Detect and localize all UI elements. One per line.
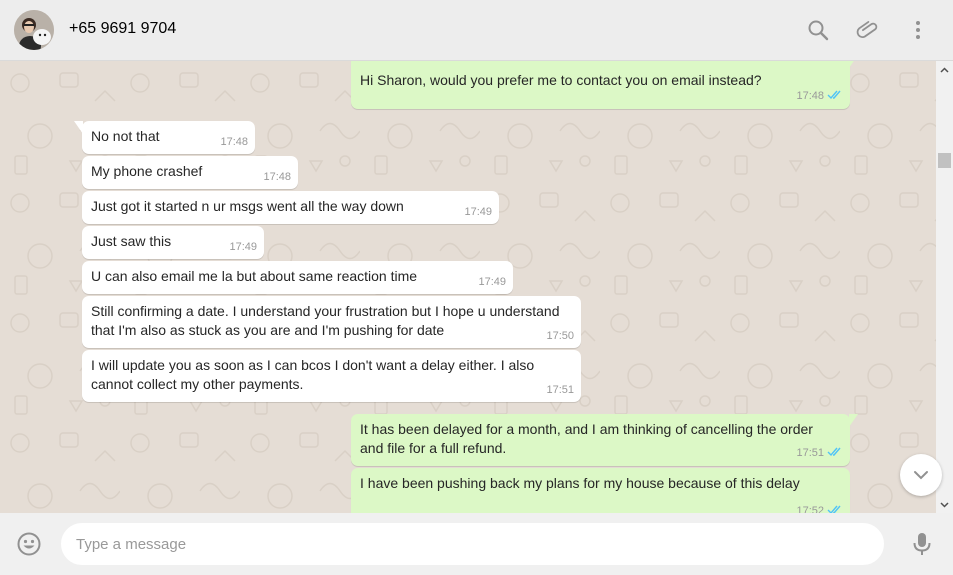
message-outgoing[interactable]: It has been delayed for a month, and I a… [351, 414, 858, 466]
whatsapp-web-chat: +65 9691 9704 Hi Sharon, would you prefe… [0, 0, 953, 575]
message-time: 17:50 [546, 330, 574, 342]
bubble-tail [849, 414, 858, 427]
scrollbar-thumb[interactable] [938, 153, 951, 168]
menu-icon[interactable] [906, 18, 930, 42]
chevron-down-icon [914, 471, 928, 480]
message-time: 17:48 [796, 90, 824, 102]
message-incoming[interactable]: I will update you as soon as I can bcos … [82, 350, 581, 402]
attach-icon[interactable] [856, 18, 880, 42]
message-incoming[interactable]: Still confirming a date. I understand yo… [82, 296, 581, 348]
message-time: 17:49 [229, 241, 257, 253]
message-text: I have been pushing back my plans for my… [360, 475, 800, 491]
message-incoming[interactable]: My phone crashef 17:48 [82, 156, 298, 189]
scroll-up-arrow-icon[interactable] [936, 61, 953, 78]
composer-bar [0, 513, 953, 575]
message-meta: 17:48 [796, 87, 843, 107]
search-icon[interactable] [806, 18, 830, 42]
message-text: I will update you as soon as I can bcos … [91, 357, 535, 392]
message-time: 17:51 [796, 447, 824, 459]
message-input[interactable] [61, 523, 884, 565]
read-ticks-icon [827, 88, 843, 107]
message-incoming[interactable]: Just saw this 17:49 [82, 226, 264, 259]
chat-scrollbar[interactable] [936, 61, 953, 513]
message-time: 17:51 [546, 384, 574, 396]
message-text: Still confirming a date. I understand yo… [91, 303, 560, 338]
emoji-icon[interactable] [16, 531, 42, 557]
message-meta: 17:52 [796, 502, 843, 513]
message-text: Hi Sharon, would you prefer me to contac… [360, 72, 762, 88]
scroll-to-bottom-button[interactable] [900, 454, 942, 496]
message-text: My phone crashef [91, 163, 203, 179]
message-time: 17:48 [263, 171, 291, 183]
message-outgoing[interactable]: Hi Sharon, would you prefer me to contac… [351, 61, 854, 109]
contact-name[interactable]: +65 9691 9704 [69, 20, 176, 38]
message-incoming[interactable]: U can also email me la but about same re… [82, 261, 513, 294]
bubble-tail [849, 61, 854, 68]
message-time: 17:49 [464, 206, 492, 218]
message-text: U can also email me la but about same re… [91, 268, 418, 284]
scroll-down-arrow-icon[interactable] [936, 496, 953, 513]
message-time: 17:52 [796, 505, 824, 513]
avatar[interactable] [14, 10, 54, 50]
message-outgoing[interactable]: I have been pushing back my plans for my… [351, 468, 850, 513]
bubble-tail [74, 121, 83, 134]
message-list[interactable]: Hi Sharon, would you prefer me to contac… [0, 61, 953, 513]
microphone-icon[interactable] [911, 531, 933, 557]
message-time: 17:49 [478, 276, 506, 288]
message-incoming[interactable]: No not that 17:48 [74, 121, 255, 154]
message-meta: 17:51 [796, 444, 843, 464]
read-ticks-icon [827, 503, 843, 513]
message-time: 17:48 [220, 136, 248, 148]
message-incoming[interactable]: Just got it started n ur msgs went all t… [82, 191, 499, 224]
message-text: It has been delayed for a month, and I a… [360, 421, 813, 456]
read-ticks-icon [827, 445, 843, 464]
chat-header: +65 9691 9704 [0, 0, 953, 61]
message-text: Just got it started n ur msgs went all t… [91, 198, 404, 214]
